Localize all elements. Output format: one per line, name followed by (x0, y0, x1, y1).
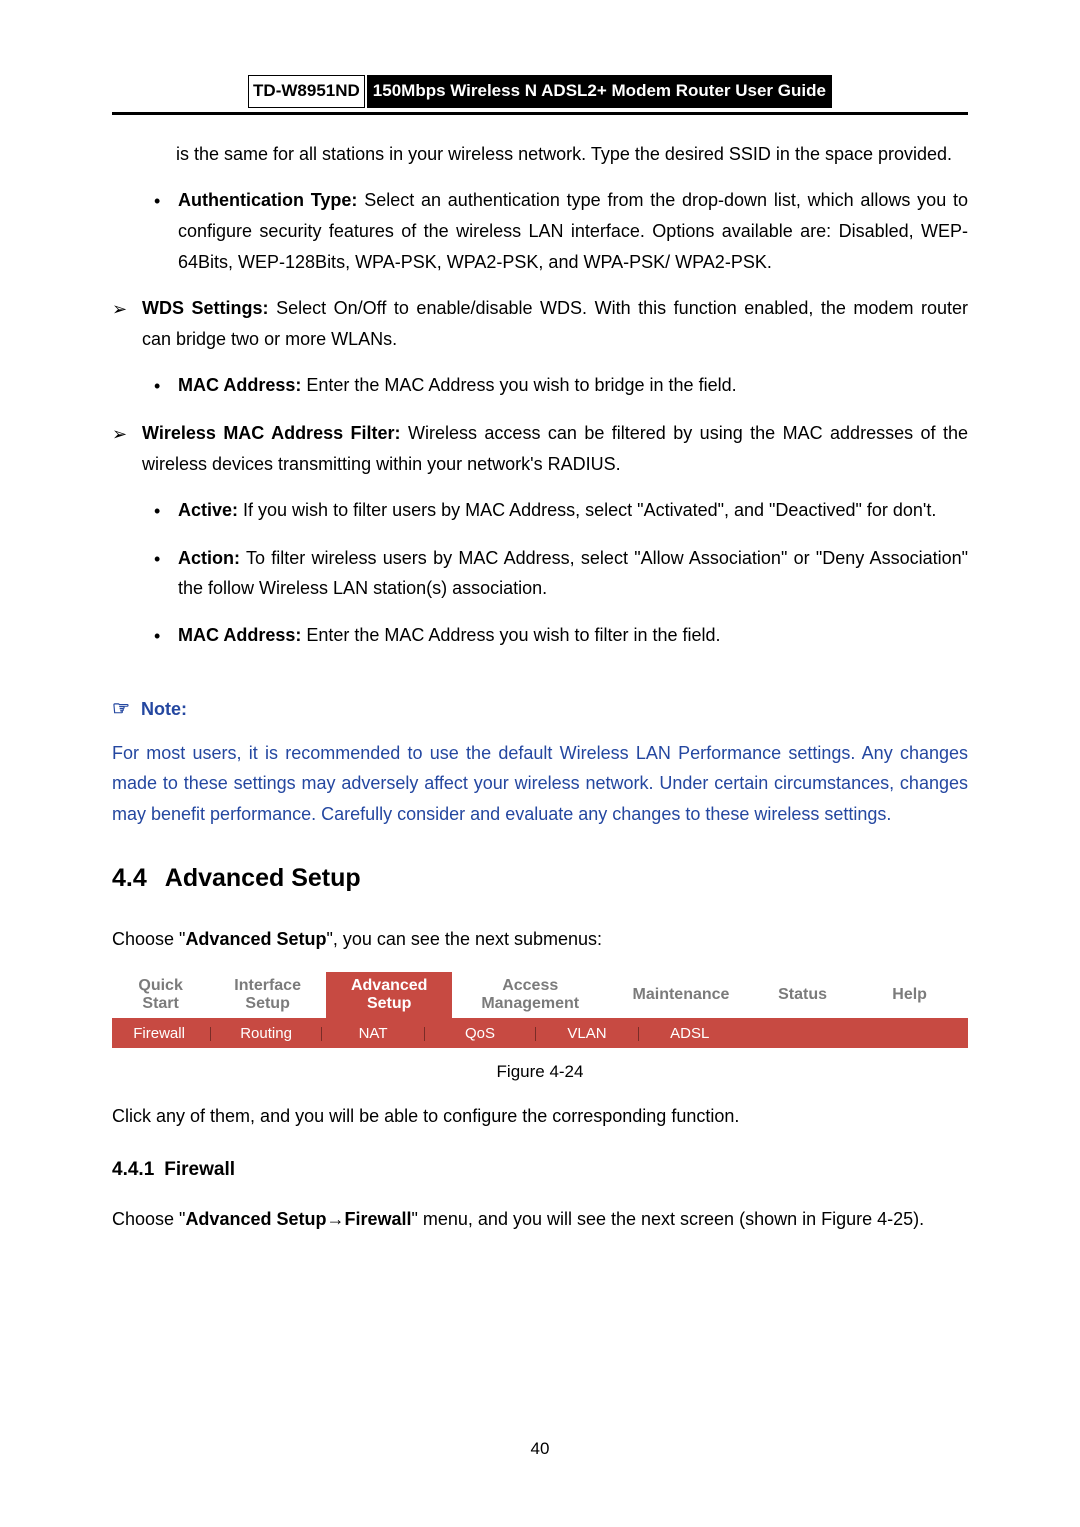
bullet-dot-icon: • (154, 621, 178, 652)
wds-mac-label: MAC Address: (178, 375, 301, 395)
document-body: is the same for all stations in your wir… (112, 139, 968, 1235)
section-intro: Choose "Advanced Setup", you can see the… (112, 924, 968, 955)
firewall-intro: Choose "Advanced Setup→Firewall" menu, a… (112, 1204, 968, 1235)
subsection-title: Firewall (164, 1159, 235, 1180)
tab-access-management[interactable]: AccessManagement (452, 972, 608, 1018)
divider-icon (321, 1027, 323, 1041)
firewall-bold: Advanced Setup→Firewall (185, 1209, 411, 1229)
figure-caption: Figure 4-24 (112, 1058, 968, 1087)
divider-icon (535, 1027, 537, 1041)
pointing-hand-icon: ☞ (112, 698, 130, 720)
menu-top-row: QuickStart InterfaceSetup AdvancedSetup … (112, 972, 968, 1018)
subsection-number: 4.4.1 (112, 1159, 154, 1180)
subtab-nat[interactable]: NAT (326, 1018, 420, 1048)
divider-icon (638, 1027, 640, 1041)
tab-interface-setup[interactable]: InterfaceSetup (209, 972, 326, 1018)
action-label: Action: (178, 548, 240, 568)
note-heading: ☞ Note: (112, 692, 968, 726)
bullet-authentication-type: • Authentication Type: Select an authent… (154, 185, 968, 277)
bullet-dot-icon: • (154, 496, 178, 527)
auth-label: Authentication Type: (178, 190, 357, 210)
divider-icon (424, 1027, 426, 1041)
header-divider (112, 112, 968, 115)
active-text: If you wish to filter users by MAC Addre… (238, 500, 936, 520)
subtab-vlan[interactable]: VLAN (540, 1018, 634, 1048)
arrow-right-icon: ➢ (112, 294, 142, 325)
firewall-post: " menu, and you will see the next screen… (412, 1209, 925, 1229)
bullet-action: • Action: To filter wireless users by MA… (154, 543, 968, 604)
menu-screenshot: QuickStart InterfaceSetup AdvancedSetup … (112, 972, 968, 1048)
intro-bold: Advanced Setup (185, 929, 326, 949)
continuation-paragraph: is the same for all stations in your wir… (176, 139, 968, 170)
bullet-wds-mac: • MAC Address: Enter the MAC Address you… (154, 370, 968, 402)
arrow-right-icon: ➢ (112, 419, 142, 450)
bullet-active: • Active: If you wish to filter users by… (154, 495, 968, 527)
divider-icon (210, 1027, 212, 1041)
menu-bottom-row: Firewall Routing NAT QoS VLAN ADSL (112, 1018, 968, 1048)
bullet-wds-settings: ➢ WDS Settings: Select On/Off to enable/… (112, 293, 968, 354)
macfilter-label: Wireless MAC Address Filter: (142, 423, 401, 443)
note-label: Note: (141, 699, 187, 719)
page-number: 40 (112, 1435, 968, 1464)
subsection-heading-firewall: 4.4.1 Firewall (112, 1154, 968, 1186)
subtab-adsl[interactable]: ADSL (643, 1018, 737, 1048)
action-text: To filter wireless users by MAC Address,… (178, 548, 968, 599)
document-header: TD-W8951ND150Mbps Wireless N ADSL2+ Mode… (112, 75, 968, 108)
menu-table: QuickStart InterfaceSetup AdvancedSetup … (112, 972, 968, 1048)
tab-advanced-setup[interactable]: AdvancedSetup (326, 972, 452, 1018)
section-number: 4.4 (112, 864, 147, 892)
tab-maintenance[interactable]: Maintenance (608, 972, 754, 1018)
tab-quick-start[interactable]: QuickStart (112, 972, 209, 1018)
bullet-dot-icon: • (154, 371, 178, 402)
bullet-mac-address: • MAC Address: Enter the MAC Address you… (154, 620, 968, 652)
after-figure-text: Click any of them, and you will be able … (112, 1101, 968, 1132)
intro-post: ", you can see the next submenus: (326, 929, 602, 949)
mac-label: MAC Address: (178, 625, 301, 645)
mac-text: Enter the MAC Address you wish to filter… (301, 625, 720, 645)
bullet-dot-icon: • (154, 186, 178, 217)
guide-title: 150Mbps Wireless N ADSL2+ Modem Router U… (367, 75, 832, 108)
tab-help[interactable]: Help (851, 972, 968, 1018)
note-body: For most users, it is recommended to use… (112, 738, 968, 830)
subtab-qos[interactable]: QoS (429, 1018, 532, 1048)
tab-status[interactable]: Status (754, 972, 851, 1018)
wds-label: WDS Settings: (142, 298, 269, 318)
bullet-mac-filter: ➢ Wireless MAC Address Filter: Wireless … (112, 418, 968, 479)
section-heading-advanced-setup: 4.4 Advanced Setup (112, 857, 968, 900)
model-number: TD-W8951ND (248, 75, 365, 108)
bullet-dot-icon: • (154, 544, 178, 575)
section-title: Advanced Setup (165, 864, 361, 892)
intro-pre: Choose " (112, 929, 185, 949)
firewall-pre: Choose " (112, 1209, 185, 1229)
subtab-routing[interactable]: Routing (215, 1018, 318, 1048)
wds-mac-text: Enter the MAC Address you wish to bridge… (301, 375, 736, 395)
active-label: Active: (178, 500, 238, 520)
subtab-firewall[interactable]: Firewall (112, 1018, 206, 1048)
